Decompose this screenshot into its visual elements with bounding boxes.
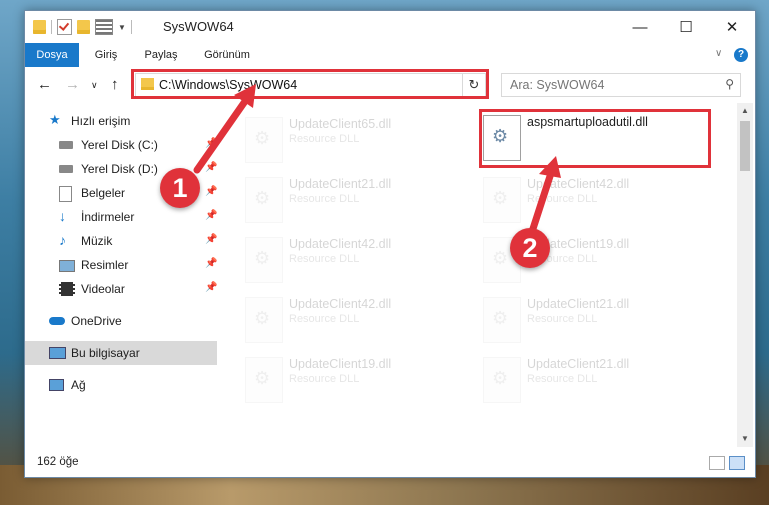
annotation-arrows <box>193 84 561 242</box>
arrow-2-head <box>539 156 561 178</box>
arrow-1-line <box>193 93 252 174</box>
callout-badge-1: 1 <box>160 168 200 208</box>
callout-badge-2: 2 <box>510 228 550 268</box>
